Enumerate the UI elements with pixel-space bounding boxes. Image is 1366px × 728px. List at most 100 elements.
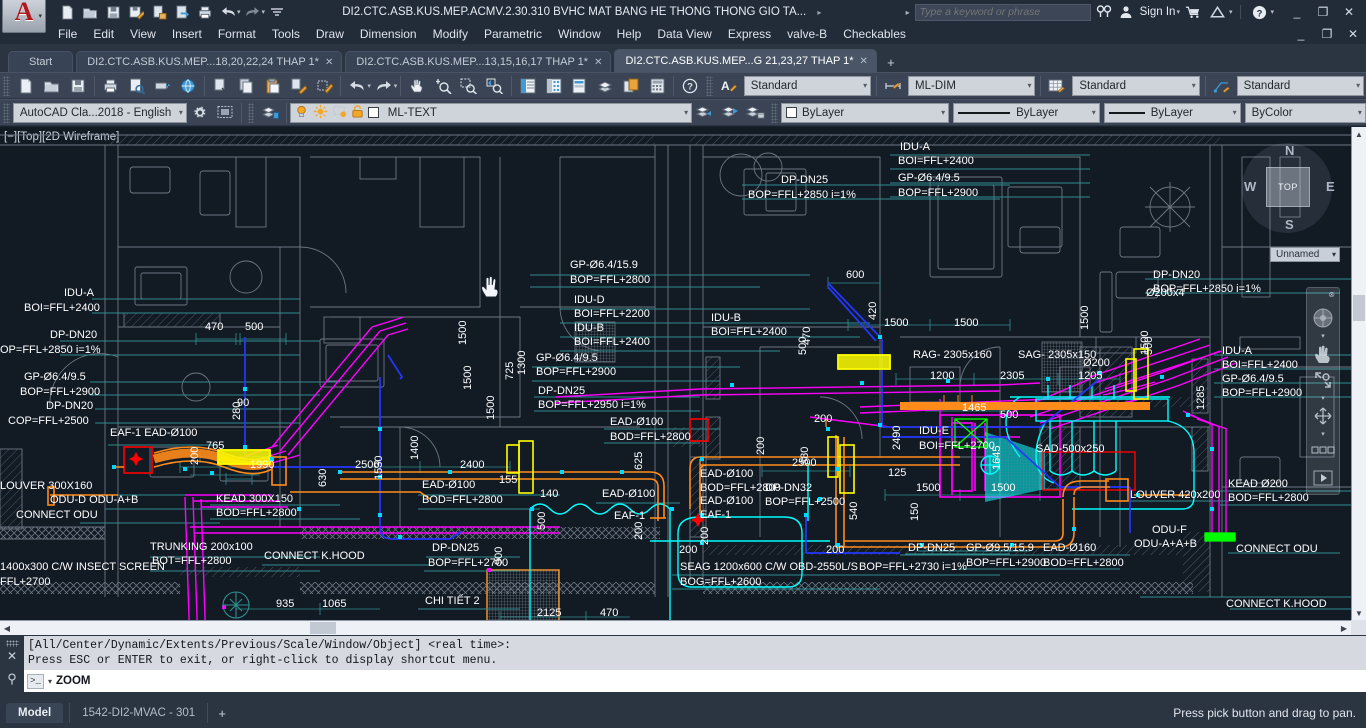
color-combo[interactable]: ByLayer ▾ bbox=[781, 102, 950, 123]
close-icon[interactable]: ✕ bbox=[860, 56, 868, 67]
drawing-viewport[interactable]: [−][Top][2D Wireframe] IDU-A BOI=FFL+240… bbox=[0, 127, 1366, 635]
layer-manager-icon[interactable] bbox=[592, 74, 618, 98]
plot-icon[interactable] bbox=[194, 2, 216, 22]
document-tab[interactable]: DI2.CTC.ASB.KUS.MEP...13,15,16,17 THAP 1… bbox=[345, 51, 612, 72]
new-document-tab-button[interactable]: + bbox=[882, 53, 900, 71]
view-cube-top-face[interactable]: TOP bbox=[1266, 167, 1310, 207]
save-icon[interactable] bbox=[65, 74, 91, 98]
scroll-left-button[interactable]: ◀ bbox=[0, 621, 14, 635]
toolbar-grip[interactable] bbox=[771, 102, 779, 123]
scroll-down-button[interactable]: ▼ bbox=[1352, 606, 1366, 620]
close-icon[interactable]: ⊗ bbox=[1328, 290, 1335, 299]
help-icon[interactable]: ? bbox=[677, 74, 703, 98]
orbit-icon[interactable] bbox=[1309, 404, 1337, 428]
layer-freeze-icon[interactable] bbox=[313, 104, 328, 122]
help-icon[interactable]: ? bbox=[1249, 3, 1269, 22]
save-as-icon[interactable] bbox=[125, 2, 147, 22]
doc-restore-button[interactable]: ❐ bbox=[1314, 23, 1340, 45]
scroll-right-button[interactable]: ▶ bbox=[1337, 621, 1351, 635]
steering-wheel-icon[interactable] bbox=[1309, 306, 1337, 330]
chevron-down-icon[interactable]: ▾ bbox=[1176, 8, 1180, 16]
layer-combo[interactable]: ML-TEXT ▾ bbox=[289, 102, 693, 123]
copy-icon[interactable] bbox=[234, 74, 260, 98]
designcenter-icon[interactable] bbox=[541, 74, 567, 98]
zoom-icon[interactable] bbox=[1309, 368, 1337, 392]
view-cube-south[interactable]: S bbox=[1285, 217, 1294, 232]
mleader-style-icon[interactable] bbox=[1209, 74, 1235, 98]
cart-icon[interactable] bbox=[1184, 3, 1204, 22]
dim-style-combo[interactable]: ML-DIM ▾ bbox=[908, 75, 1036, 96]
doc-close-button[interactable]: ✕ bbox=[1340, 23, 1366, 45]
document-tab[interactable]: DI2.CTC.ASB.KUS.MEP...18,20,22,24 THAP 1… bbox=[76, 51, 343, 72]
workspace-combo[interactable]: AutoCAD Cla...2018 - English ▾ bbox=[12, 102, 187, 123]
view-cube-west[interactable]: W bbox=[1244, 179, 1256, 194]
document-tab[interactable]: Start bbox=[8, 51, 74, 72]
search-input[interactable] bbox=[914, 3, 1091, 21]
horizontal-scrollbar[interactable]: ◀ ▶ bbox=[0, 620, 1351, 635]
properties-paint-icon[interactable] bbox=[312, 74, 338, 98]
menu-item-window[interactable]: Window bbox=[550, 25, 609, 43]
menu-item-help[interactable]: Help bbox=[609, 25, 650, 43]
toolbar-grip[interactable] bbox=[3, 102, 10, 123]
undo-icon[interactable] bbox=[217, 2, 239, 22]
doc-minimize-button[interactable]: _ bbox=[1288, 23, 1314, 45]
toolbar-grip[interactable] bbox=[247, 102, 255, 123]
menu-item-insert[interactable]: Insert bbox=[164, 25, 210, 43]
zoom-window-icon[interactable] bbox=[456, 74, 482, 98]
user-icon[interactable] bbox=[1116, 3, 1136, 22]
menu-item-valve-b[interactable]: valve-B bbox=[779, 25, 835, 43]
pan-hand-icon[interactable] bbox=[1309, 342, 1337, 366]
save-copy-icon[interactable] bbox=[148, 2, 170, 22]
layer-match-icon[interactable] bbox=[743, 101, 768, 125]
navigation-bar[interactable]: ⊗ ▾ ▾ ▾ bbox=[1306, 287, 1340, 495]
workspace-settings-icon[interactable] bbox=[187, 101, 212, 125]
etransmit-icon[interactable] bbox=[175, 74, 201, 98]
close-button[interactable]: ✕ bbox=[1336, 1, 1362, 23]
new-layout-button[interactable]: + bbox=[212, 703, 232, 723]
chevron-down-icon[interactable]: ▾ bbox=[48, 677, 52, 686]
vertical-scrollbar[interactable]: ▲ ▼ bbox=[1351, 127, 1366, 620]
minimize-button[interactable]: _ bbox=[1284, 1, 1310, 23]
pan-icon[interactable] bbox=[404, 74, 430, 98]
document-tab[interactable]: DI2.CTC.ASB.KUS.MEP...G 21,23,27 THAP 1*… bbox=[614, 49, 877, 72]
customize-wrench-icon[interactable]: ⚲ bbox=[7, 671, 17, 687]
layer-lock-plot-icon[interactable] bbox=[332, 104, 347, 122]
menu-item-express[interactable]: Express bbox=[720, 25, 779, 43]
close-icon[interactable]: ✕ bbox=[594, 57, 602, 68]
vertical-scroll-thumb[interactable] bbox=[1353, 295, 1365, 321]
redo-icon[interactable] bbox=[242, 2, 264, 22]
menu-item-edit[interactable]: Edit bbox=[85, 25, 122, 43]
view-cube-north[interactable]: N bbox=[1285, 143, 1294, 158]
chevron-down-icon[interactable]: ▾ bbox=[1321, 332, 1325, 340]
table-style-icon[interactable] bbox=[1044, 74, 1070, 98]
save-icon[interactable] bbox=[102, 2, 124, 22]
command-input-row[interactable]: >_ ▾ ZOOM bbox=[24, 670, 1366, 692]
plotstyle-combo[interactable]: ByColor ▾ bbox=[1244, 102, 1366, 123]
menu-item-draw[interactable]: Draw bbox=[308, 25, 352, 43]
mleader-style-combo[interactable]: Standard ▾ bbox=[1236, 75, 1365, 96]
open-folder-icon[interactable] bbox=[79, 2, 101, 22]
horizontal-scroll-thumb[interactable] bbox=[310, 622, 336, 634]
menu-item-format[interactable]: Format bbox=[210, 25, 264, 43]
new-file-icon[interactable] bbox=[13, 74, 39, 98]
quick-calc-icon[interactable] bbox=[644, 74, 670, 98]
lineweight-combo[interactable]: ByLayer ▾ bbox=[1103, 102, 1241, 123]
command-line-grip[interactable]: ✕ ⚲ bbox=[2, 640, 22, 692]
menu-item-parametric[interactable]: Parametric bbox=[476, 25, 550, 43]
showmotion-icon[interactable] bbox=[1309, 440, 1337, 464]
view-cube[interactable]: TOP N S E W bbox=[1240, 135, 1344, 239]
menu-item-tools[interactable]: Tools bbox=[264, 25, 308, 43]
cut-icon[interactable] bbox=[208, 74, 234, 98]
menu-item-file[interactable]: File bbox=[50, 25, 85, 43]
zoom-realtime-icon[interactable] bbox=[430, 74, 456, 98]
chevron-down-icon[interactable]: ▾ bbox=[1229, 8, 1233, 16]
tool-palettes-icon[interactable] bbox=[567, 74, 593, 98]
customize-icon[interactable] bbox=[266, 2, 288, 22]
menu-item-checkables[interactable]: Checkables bbox=[835, 25, 914, 43]
restore-button[interactable]: ❐ bbox=[1310, 1, 1336, 23]
model-tab[interactable]: Model bbox=[6, 703, 64, 723]
table-style-combo[interactable]: Standard ▾ bbox=[1072, 75, 1200, 96]
linetype-combo[interactable]: ByLayer ▾ bbox=[953, 102, 1100, 123]
properties-palette-icon[interactable] bbox=[515, 74, 541, 98]
text-style-icon[interactable]: A bbox=[716, 74, 742, 98]
